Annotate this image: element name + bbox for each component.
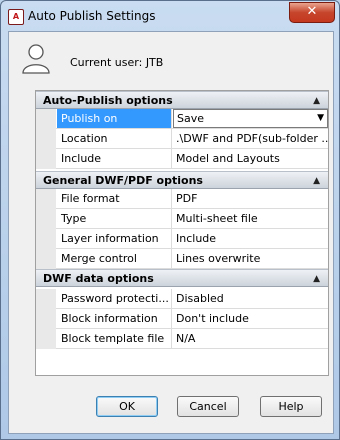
row-gutter — [36, 249, 56, 269]
collapse-icon[interactable]: ▲ — [313, 270, 320, 288]
row-gutter — [36, 329, 56, 349]
property-value[interactable]: Multi-sheet file — [173, 209, 328, 228]
property-row-publish-on[interactable]: Publish on Save ▼ — [36, 109, 328, 129]
collapse-icon[interactable]: ▲ — [313, 172, 320, 190]
row-gutter — [36, 309, 56, 329]
chevron-down-icon[interactable]: ▼ — [317, 110, 324, 127]
row-gutter — [36, 129, 56, 149]
property-value[interactable]: PDF — [173, 189, 328, 208]
property-label: Type — [57, 209, 172, 228]
window-title: Auto Publish Settings — [28, 9, 156, 23]
row-gutter — [36, 229, 56, 249]
property-row-type[interactable]: Type Multi-sheet file — [36, 209, 328, 229]
dropdown-box[interactable]: Save ▼ — [173, 109, 328, 128]
row-gutter — [36, 109, 56, 129]
property-label: Password protecti... — [57, 289, 172, 308]
property-label: Layer information — [57, 229, 172, 248]
property-label: File format — [57, 189, 172, 208]
user-icon — [22, 44, 50, 74]
row-gutter — [36, 289, 56, 309]
section-title: General DWF/PDF options — [43, 174, 203, 187]
section-auto-publish-options[interactable]: Auto-Publish options ▲ — [36, 91, 328, 109]
autocad-app-icon: A — [8, 9, 24, 25]
property-grid: Auto-Publish options ▲ Publish on Save ▼… — [35, 90, 329, 376]
property-label: Block template file — [57, 329, 172, 348]
cancel-button[interactable]: Cancel — [177, 396, 239, 417]
property-row-file-format[interactable]: File format PDF — [36, 189, 328, 209]
current-user-label: Current user: JTB — [70, 56, 164, 69]
section-title: DWF data options — [43, 272, 154, 285]
property-row-location[interactable]: Location .\DWF and PDF(sub-folder ... — [36, 129, 328, 149]
section-dwf-data-options[interactable]: DWF data options ▲ — [36, 269, 328, 287]
property-row-block-template-file[interactable]: Block template file N/A — [36, 329, 328, 349]
property-value[interactable]: Model and Layouts — [173, 149, 328, 168]
row-gutter — [36, 149, 56, 169]
dialog-window: A Auto Publish Settings ✕ Current user: … — [0, 0, 340, 440]
property-grid-empty-area — [36, 349, 328, 373]
help-button[interactable]: Help — [260, 396, 322, 417]
property-value[interactable]: Don't include — [173, 309, 328, 328]
publish-on-dropdown[interactable]: Save ▼ — [173, 109, 328, 128]
title-bar[interactable]: A Auto Publish Settings ✕ — [1, 1, 339, 31]
dropdown-value: Save — [177, 112, 205, 125]
property-row-password-protection[interactable]: Password protecti... Disabled — [36, 289, 328, 309]
property-label: Merge control — [57, 249, 172, 268]
property-label: Publish on — [57, 109, 172, 128]
property-row-block-information[interactable]: Block information Don't include — [36, 309, 328, 329]
property-label: Include — [57, 149, 172, 168]
property-row-layer-information[interactable]: Layer information Include — [36, 229, 328, 249]
property-row-merge-control[interactable]: Merge control Lines overwrite — [36, 249, 328, 269]
property-label: Block information — [57, 309, 172, 328]
row-gutter — [36, 189, 56, 209]
ok-button[interactable]: OK — [96, 396, 158, 417]
collapse-icon[interactable]: ▲ — [313, 92, 320, 110]
property-label: Location — [57, 129, 172, 148]
property-value[interactable]: N/A — [173, 329, 328, 348]
property-value[interactable]: .\DWF and PDF(sub-folder ... — [173, 129, 328, 148]
property-value[interactable]: Include — [173, 229, 328, 248]
close-button[interactable]: ✕ — [289, 2, 335, 23]
section-title: Auto-Publish options — [43, 94, 173, 107]
property-value[interactable]: Disabled — [173, 289, 328, 308]
section-general-dwf-pdf-options[interactable]: General DWF/PDF options ▲ — [36, 171, 328, 189]
row-gutter — [36, 209, 56, 229]
property-value[interactable]: Lines overwrite — [173, 249, 328, 268]
property-row-include[interactable]: Include Model and Layouts — [36, 149, 328, 169]
